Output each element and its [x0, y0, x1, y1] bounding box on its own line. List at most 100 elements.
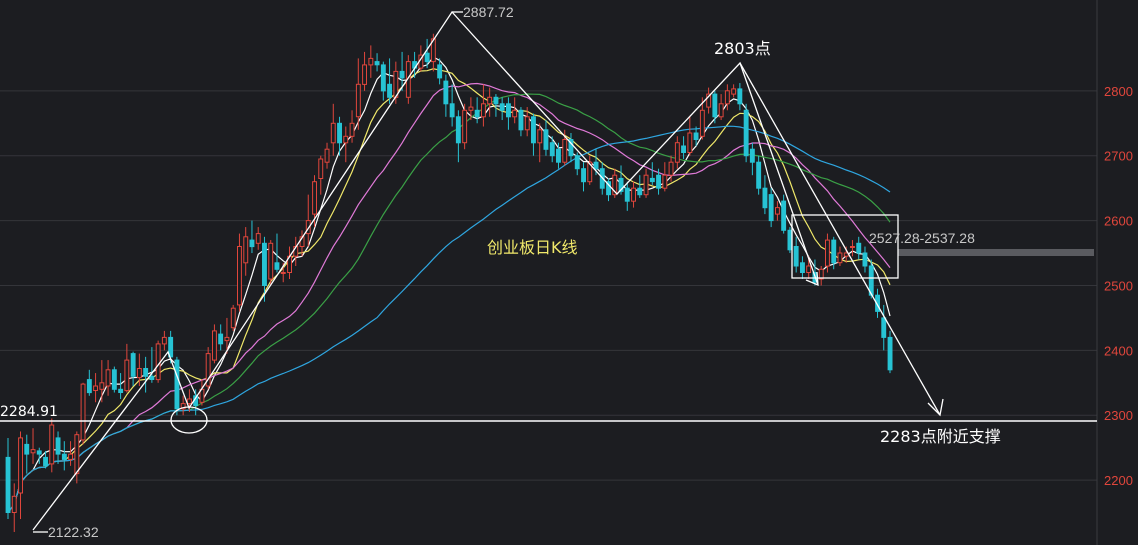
candle-up [462, 109, 468, 144]
candle-down [762, 187, 768, 209]
candle-down [831, 239, 837, 264]
candle-up [312, 181, 318, 215]
y-tick-label: 2500 [1104, 278, 1133, 293]
chart-title: 创业板日K线 [487, 238, 578, 257]
candle-up [343, 135, 349, 144]
candle-up [512, 109, 518, 118]
candle-down [681, 145, 686, 153]
candle-up [49, 424, 55, 465]
candle-up [355, 83, 361, 118]
candle-up [524, 116, 530, 131]
candle-up [837, 252, 843, 264]
y-tick-label: 2800 [1104, 84, 1133, 99]
candle-up [74, 434, 80, 475]
y-tick-label: 2700 [1104, 149, 1133, 164]
candle-up [212, 330, 217, 361]
candle-up [468, 106, 474, 111]
candle-up [187, 398, 192, 404]
candle-up [124, 359, 130, 392]
candle-down [387, 83, 393, 98]
candle-down [518, 109, 524, 131]
candle-down [637, 187, 643, 196]
y-tick-label: 2200 [1104, 473, 1133, 488]
candle-up [643, 174, 649, 196]
candle-down [337, 122, 343, 144]
candle-down [749, 148, 755, 163]
candle-up [562, 139, 568, 163]
candle-up [699, 109, 705, 137]
candle-down [399, 70, 405, 79]
candle-down [493, 96, 499, 105]
candle-down [887, 336, 893, 371]
candle-up [99, 382, 105, 390]
candle-down [61, 453, 67, 460]
candle-up [362, 64, 368, 85]
candle-up [775, 207, 780, 215]
candle-down [43, 456, 48, 467]
candle-down [800, 262, 805, 273]
y-tick-label: 2300 [1104, 408, 1133, 423]
candle-down [768, 194, 774, 222]
y-tick-label: 2400 [1104, 343, 1133, 358]
candle-up [368, 57, 374, 66]
candle-down [656, 174, 661, 189]
candle-up [318, 158, 324, 179]
candle-down [649, 177, 655, 183]
high-label: 2887.72 [463, 4, 514, 20]
peak-label: 2803点 [714, 39, 771, 58]
candle-up [674, 142, 680, 163]
candle-up [230, 307, 236, 329]
candle-down [531, 116, 536, 144]
support-label: 2283点附近支撑 [880, 427, 1001, 446]
candle-down [593, 161, 599, 170]
candle-up [243, 236, 249, 264]
candle-up [161, 336, 167, 345]
candle-down [787, 229, 793, 251]
candle-down [36, 450, 42, 455]
candle-down [624, 187, 630, 202]
candle-down [130, 353, 136, 377]
y-tick-label: 2600 [1104, 214, 1133, 229]
candle-down [174, 359, 180, 410]
candle-down [499, 103, 505, 111]
candle-up [330, 122, 336, 144]
candle-up [724, 90, 730, 105]
candle-up [11, 495, 17, 513]
candle-down [55, 437, 61, 455]
candle-up [718, 103, 724, 118]
chart-background [0, 0, 1138, 545]
candle-up [80, 383, 86, 441]
candle-up [481, 103, 486, 118]
candle-down [793, 246, 799, 267]
candle-up [18, 437, 24, 494]
candle-down [556, 148, 561, 163]
candle-up [349, 122, 355, 137]
candle-down [543, 129, 549, 150]
candle-down [86, 379, 92, 394]
candle-up [30, 449, 36, 454]
candle-down [118, 388, 124, 393]
candle-up [268, 242, 274, 280]
low-label: 2122.32 [48, 524, 99, 540]
candle-down [374, 61, 380, 66]
candle-down [437, 64, 443, 79]
candle-down [581, 168, 586, 183]
candle-up [631, 187, 636, 202]
candle-down [262, 242, 267, 287]
candle-down [218, 333, 224, 345]
candle-up [68, 453, 73, 460]
candle-up [255, 233, 261, 244]
candle-up [487, 96, 493, 105]
candle-down [111, 369, 117, 390]
candle-down [249, 239, 255, 248]
candle-down [743, 109, 749, 157]
candle-up [136, 368, 142, 379]
candle-down [506, 103, 511, 118]
candle-down [5, 456, 11, 513]
candle-down [455, 116, 461, 144]
candle-down [474, 109, 480, 118]
candle-up [537, 129, 543, 144]
candle-down [856, 242, 862, 254]
candle-down [881, 317, 887, 338]
candle-up [155, 343, 161, 381]
